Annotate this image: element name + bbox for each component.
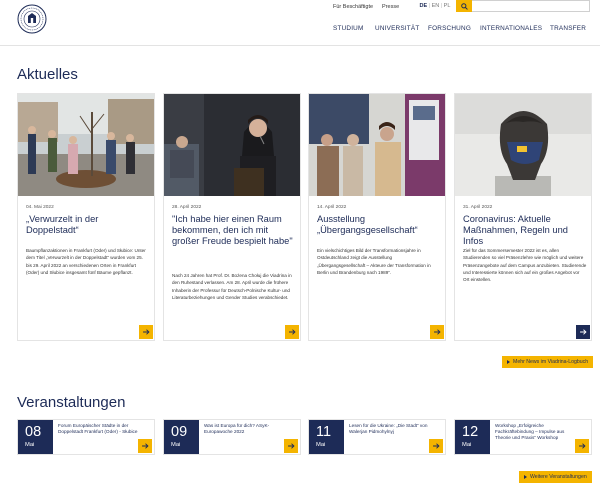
event-date-box: 08 Mai xyxy=(18,420,53,454)
arrow-right-icon xyxy=(287,443,295,449)
news-title[interactable]: Coronavirus: Aktuelle Maßnahmen, Regeln … xyxy=(463,214,587,247)
event-title[interactable]: Was ist Europa für dich? ASyK-Europawoch… xyxy=(204,423,284,435)
news-card[interactable]: 28. April 2022 "Ich habe hier einen Raum… xyxy=(163,93,301,341)
news-image-exhibition[interactable] xyxy=(309,94,445,196)
news-date: 14. April 2022 xyxy=(317,205,347,210)
event-item[interactable]: 12 Mai Workshop „Erfolgreiche Fachkräfte… xyxy=(454,419,592,455)
event-item[interactable]: 09 Mai Was ist Europa für dich? ASyK-Eur… xyxy=(163,419,301,455)
news-section-title: Aktuelles xyxy=(17,66,78,83)
nav-item-universitaet[interactable]: UNIVERSITÄT xyxy=(375,25,419,32)
event-read-more-button[interactable] xyxy=(429,439,443,453)
language-switcher: DE | EN | PL xyxy=(418,0,452,12)
nav-item-forschung[interactable]: FORSCHUNG xyxy=(428,25,471,32)
news-teaser: Ziel für das Sommersemester 2022 ist es,… xyxy=(463,248,587,283)
triangle-right-icon xyxy=(507,360,510,364)
event-date-box: 11 Mai xyxy=(309,420,344,454)
news-date: 28. April 2022 xyxy=(172,205,202,210)
search-button[interactable] xyxy=(456,0,472,12)
arrow-right-icon xyxy=(141,443,149,449)
event-date-box: 09 Mai xyxy=(164,420,199,454)
events-section-title: Veranstaltungen xyxy=(17,394,126,411)
news-read-more-button[interactable] xyxy=(139,325,153,339)
search-input[interactable] xyxy=(472,0,590,12)
event-date-box: 12 Mai xyxy=(455,420,490,454)
arrow-right-icon xyxy=(142,329,150,335)
news-read-more-button[interactable] xyxy=(285,325,299,339)
meta-link-press[interactable]: Presse xyxy=(382,4,399,10)
event-read-more-button[interactable] xyxy=(575,439,589,453)
news-date: 04. Mai 2022 xyxy=(26,205,54,210)
university-seal-logo[interactable] xyxy=(17,4,47,34)
news-date: 31. April 2022 xyxy=(463,205,493,210)
meta-link-staff[interactable]: Für Beschäftigte xyxy=(333,4,373,10)
event-title[interactable]: Forum Europäischer Städte in der Doppels… xyxy=(58,423,138,435)
meta-links: Für Beschäftigte Presse xyxy=(333,2,408,12)
lang-de[interactable]: DE xyxy=(418,3,429,9)
news-read-more-button[interactable] xyxy=(430,325,444,339)
event-month: Mai xyxy=(316,442,326,448)
news-title[interactable]: "Ich habe hier einen Raum bekommen, den … xyxy=(172,214,296,247)
news-image-masked-bust[interactable] xyxy=(455,94,591,196)
event-read-more-button[interactable] xyxy=(138,439,152,453)
event-month: Mai xyxy=(462,442,472,448)
event-item[interactable]: 08 Mai Forum Europäischer Städte in der … xyxy=(17,419,155,455)
news-read-more-button[interactable] xyxy=(576,325,590,339)
news-teaser: Nach 24 Jahren hat Prof. Dr. Bożena Choł… xyxy=(172,273,292,300)
event-title[interactable]: Lesen für die Ukraine: „Die Stadt“ von W… xyxy=(349,423,429,435)
news-card[interactable]: 31. April 2022 Coronavirus: Aktuelle Maß… xyxy=(454,93,592,341)
nav-item-transfer[interactable]: TRANSFER xyxy=(550,25,586,32)
event-month: Mai xyxy=(25,442,35,448)
arrow-right-icon xyxy=(432,443,440,449)
lang-en[interactable]: EN xyxy=(430,3,441,9)
more-news-label: Mehr News im Viadrina-Logbuch xyxy=(513,359,589,365)
event-read-more-button[interactable] xyxy=(284,439,298,453)
news-teaser: Ein vielschichtiges Bild der Transformat… xyxy=(317,248,431,275)
news-title[interactable]: „Verwurzelt in der Doppelstadt“ xyxy=(26,214,150,236)
nav-item-internationales[interactable]: INTERNATIONALES xyxy=(480,25,542,32)
news-card[interactable]: 14. April 2022 Ausstellung „Übergangsges… xyxy=(308,93,446,341)
event-day: 09 xyxy=(171,424,188,440)
arrow-right-icon xyxy=(288,329,296,335)
news-card[interactable]: 04. Mai 2022 „Verwurzelt in der Doppelst… xyxy=(17,93,155,341)
arrow-right-icon xyxy=(578,443,586,449)
event-day: 08 xyxy=(25,424,42,440)
event-month: Mai xyxy=(171,442,181,448)
news-image-lecture[interactable] xyxy=(164,94,300,196)
event-day: 12 xyxy=(462,424,479,440)
news-image-tree-planting[interactable] xyxy=(18,94,154,196)
more-news-button[interactable]: Mehr News im Viadrina-Logbuch xyxy=(502,356,594,368)
lang-pl[interactable]: PL xyxy=(442,3,452,9)
site-header: Für Beschäftigte Presse DE | EN | PL STU… xyxy=(0,0,600,46)
more-events-label: Weitere Veranstaltungen xyxy=(530,474,587,480)
search-icon xyxy=(460,2,468,10)
arrow-right-icon xyxy=(579,329,587,335)
news-title[interactable]: Ausstellung „Übergangsgesellschaft“ xyxy=(317,214,441,236)
nav-item-studium[interactable]: STUDIUM xyxy=(333,25,364,32)
more-events-button[interactable]: Weitere Veranstaltungen xyxy=(519,471,592,483)
event-day: 11 xyxy=(316,424,332,440)
triangle-right-icon xyxy=(524,475,527,479)
arrow-right-icon xyxy=(433,329,441,335)
event-item[interactable]: 11 Mai Lesen für die Ukraine: „Die Stadt… xyxy=(308,419,446,455)
event-title[interactable]: Workshop „Erfolgreiche Fachkräftebindung… xyxy=(495,423,575,441)
news-teaser: Baumpflanzaktionen in Frankfurt (Oder) u… xyxy=(26,248,146,275)
